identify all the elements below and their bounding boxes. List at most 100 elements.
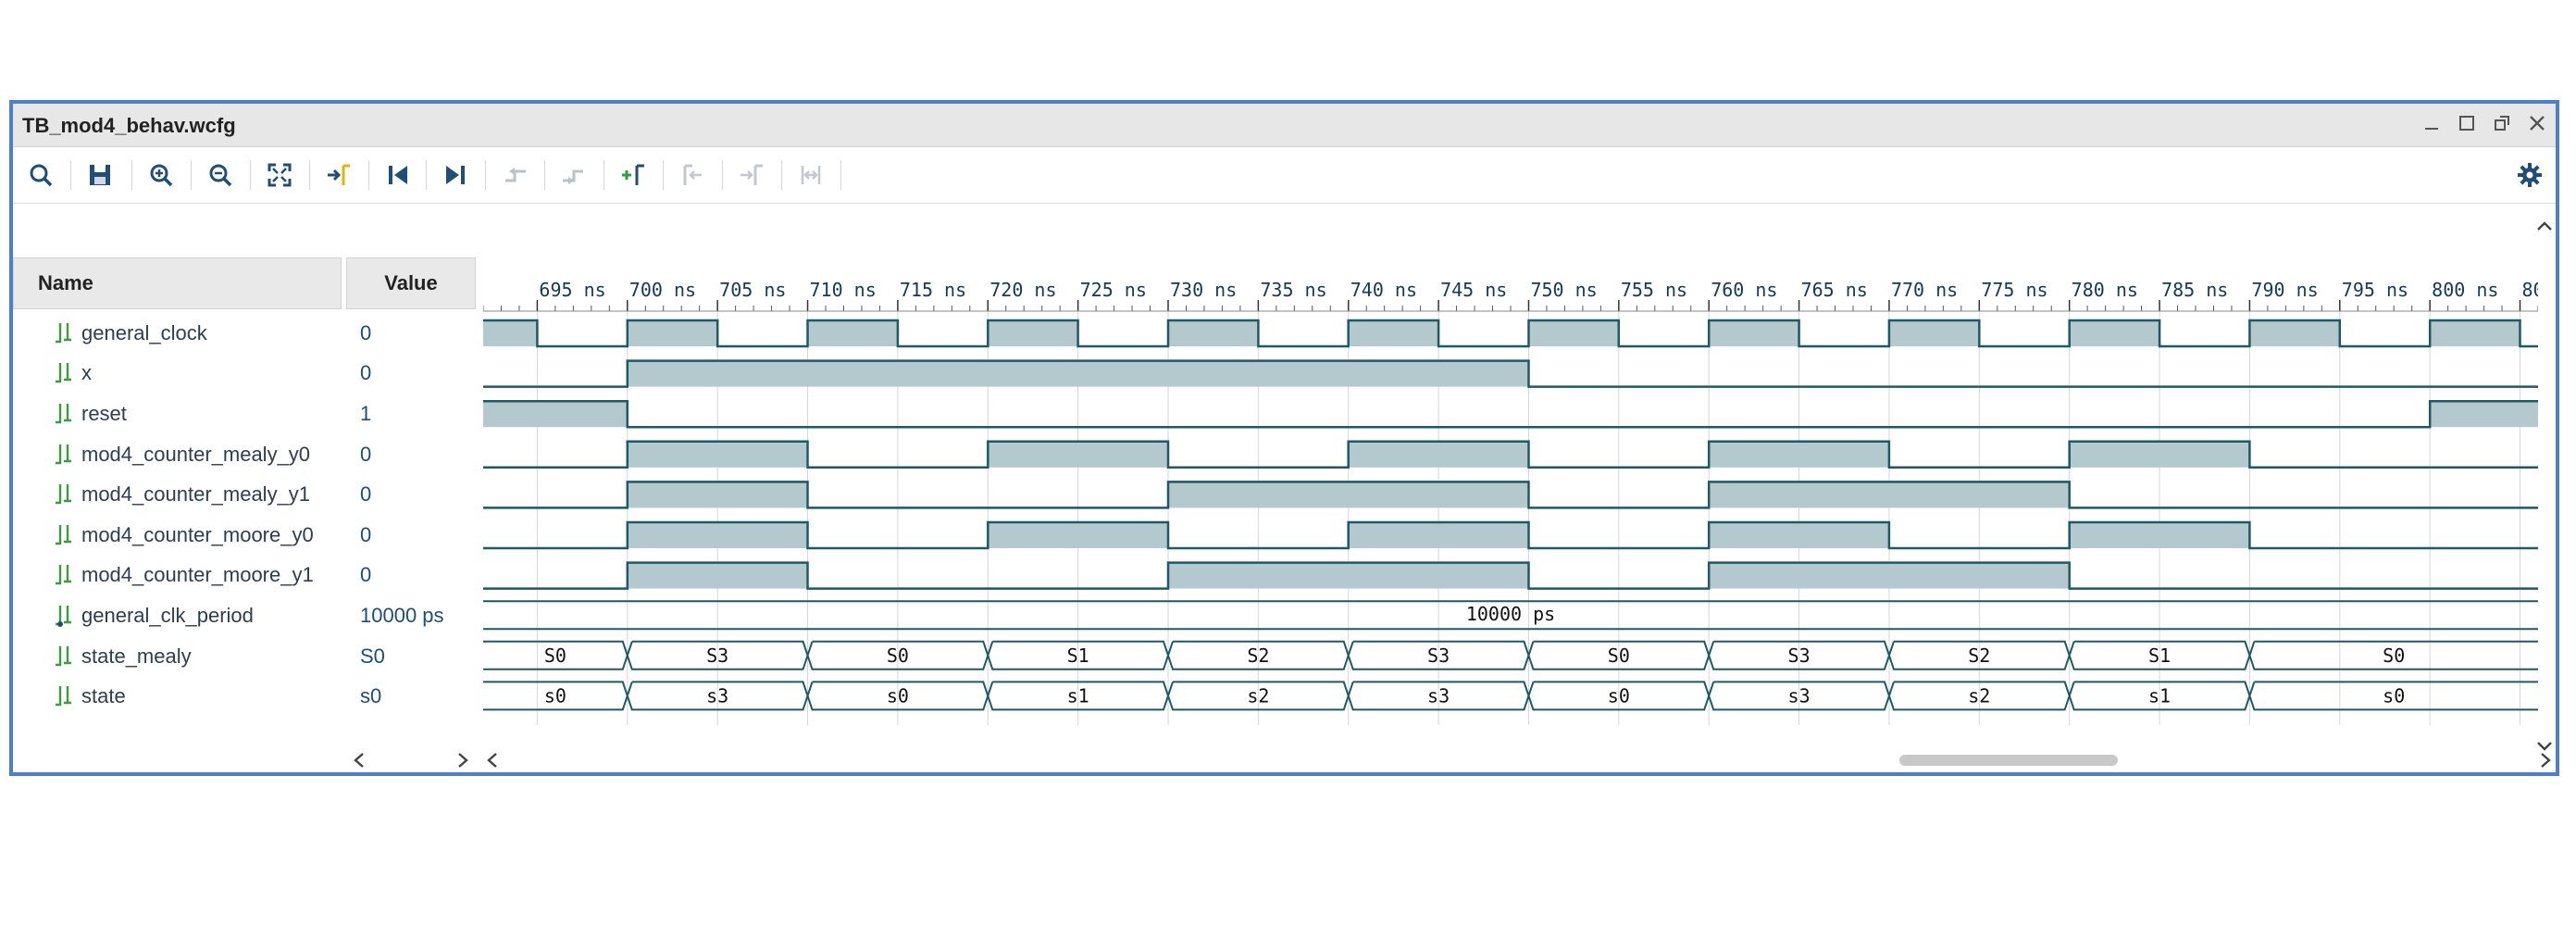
high-pulse [627,320,718,346]
signal-value: 10000 ps [360,603,444,627]
high-pulse [1528,320,1619,346]
vertical-scrollbar[interactable] [2533,213,2556,759]
value-horizontal-scrollbar[interactable] [346,748,476,772]
previous-transition-icon[interactable] [498,158,531,192]
high-pulse [2069,522,2250,548]
go-to-time-zero-icon[interactable] [381,158,415,192]
waveform-horizontal-scrollbar[interactable] [483,748,2557,772]
ruler-tick-label: 725 ns [1080,279,1147,301]
ruler-tick-label: 765 ns [1801,279,1868,301]
signal-row[interactable]: state_mealy [13,636,342,677]
ruler-tick-label: 705 ns [719,279,786,301]
save-icon[interactable] [83,158,117,192]
signal-icon [56,403,71,424]
high-pulse [807,320,898,346]
ruler-tick-label: 735 ns [1260,279,1326,301]
ruler-tick-label: 780 ns [2072,279,2138,301]
ruler-tick-label: 715 ns [900,279,966,301]
bus-value-label: s2 [1968,684,1990,707]
signal-name: general_clk_period [81,603,254,627]
signal-row[interactable]: mod4_counter_mealy_y0 [13,434,342,475]
high-pulse [483,401,628,428]
previous-marker-icon[interactable] [676,158,709,192]
ruler-tick-label: 720 ns [989,279,1056,301]
bus-value-label: S1 [1067,644,1089,667]
signal-name: mod4_counter_mealy_y1 [81,482,311,507]
bus-value-label: S2 [1247,644,1269,667]
minimize-icon[interactable] [2420,111,2443,135]
high-pulse [1348,522,1529,548]
close-icon[interactable] [2526,111,2548,135]
high-pulse [1348,320,1439,346]
signal-row[interactable]: mod4_counter_moore_y0 [13,515,342,556]
signal-row[interactable]: reset [13,394,342,434]
signal-row[interactable]: state [13,676,342,717]
scroll-thumb [1899,755,2118,766]
add-marker-icon[interactable] [616,158,650,192]
bus-value-label: s0 [887,684,909,707]
maximize-icon[interactable] [2456,111,2478,135]
go-to-cursor-icon[interactable] [322,158,355,192]
high-pulse [2249,320,2340,346]
high-pulse [2069,320,2160,346]
high-pulse [1709,441,1889,468]
signal-row[interactable]: mod4_counter_moore_y1 [13,556,342,596]
zoom-fit-icon[interactable] [263,158,296,192]
signal-name: general_clock [81,320,207,344]
signal-name: mod4_counter_mealy_y0 [81,442,311,466]
bus-value-label: S0 [544,644,566,667]
bus-value-label: S0 [2383,644,2405,667]
value-column-header[interactable]: Value [346,257,476,309]
signal-value: s0 [360,684,382,708]
go-to-last-time-icon[interactable] [439,158,472,192]
next-marker-icon[interactable] [735,158,768,192]
bus-value-label: S2 [1968,644,1990,667]
high-pulse [1888,320,1980,346]
ruler-tick-label: 740 ns [1350,279,1417,301]
signal-icon [56,605,71,627]
zoom-out-icon[interactable] [204,158,237,192]
ruler-tick-label: 770 ns [1891,279,1958,301]
bus-value-label: s3 [1427,684,1450,707]
waveform-canvas[interactable]: 695 ns 700 ns 705 ns 710 ns 715 ns 720 ns 725 … [483,257,2538,748]
scroll-up-icon [2537,221,2552,231]
float-icon[interactable] [2491,111,2513,135]
high-pulse [627,522,808,548]
signal-icon [56,322,71,343]
high-pulse [988,522,1168,548]
waveform-window: TB_mod4_behav.wcfg Name Value general_cl… [9,100,2559,776]
high-pulse [627,360,1529,387]
high-pulse [483,320,538,346]
bus-value-label: S3 [1427,644,1450,667]
ruler-tick-label: 745 ns [1440,279,1507,301]
ruler-tick-label: 760 ns [1711,279,1777,301]
signal-row[interactable]: mod4_counter_mealy_y1 [13,474,342,515]
signal-icon [56,524,71,544]
swap-cursors-icon[interactable] [794,158,828,192]
signal-name: x [81,361,92,385]
ruler-tick-label: 795 ns [2342,279,2408,301]
signal-row[interactable]: general_clk_period [13,595,342,636]
signal-row[interactable]: general_clock [13,313,342,354]
ruler-tick-label: 710 ns [810,279,877,301]
search-icon[interactable] [24,158,57,192]
high-pulse [2430,401,2538,428]
name-column-header[interactable]: Name [13,257,342,309]
signal-name: mod4_counter_moore_y1 [81,563,314,587]
zoom-in-icon[interactable] [144,158,178,192]
settings-gear-icon[interactable] [2513,158,2546,192]
title-bar: TB_mod4_behav.wcfg [13,104,2556,147]
signal-value: 0 [360,563,372,587]
ruler-tick-label: 700 ns [629,279,696,301]
high-pulse [2430,320,2520,346]
signal-row[interactable]: x [13,354,342,394]
bus-value-label: s3 [706,684,728,707]
high-pulse [1709,482,2070,508]
signal-name: state [81,684,126,708]
bus-value-label: s0 [2383,684,2405,707]
signal-name: mod4_counter_moore_y0 [81,522,314,546]
signal-trace [483,319,2538,348]
signal-icon [56,363,71,383]
ruler-tick-label: 785 ns [2161,279,2228,301]
next-transition-icon[interactable] [557,158,591,192]
